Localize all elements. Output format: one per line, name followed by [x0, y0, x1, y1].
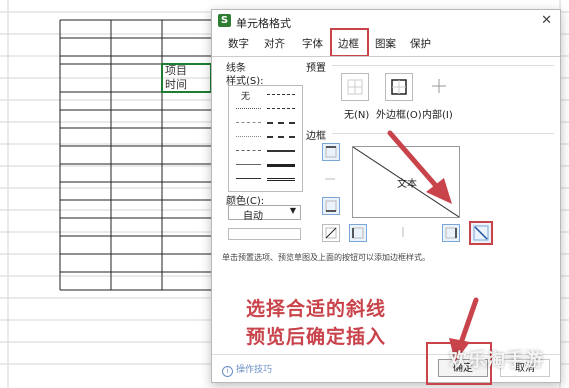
border-right-button[interactable] [442, 224, 460, 242]
style-thick[interactable] [267, 164, 295, 167]
style-none-option[interactable]: 无 [241, 89, 250, 102]
border-tab-highlight [330, 28, 369, 57]
border-middle-v-button[interactable] [395, 224, 413, 242]
tab-alignment[interactable]: 对齐 [264, 36, 285, 51]
border-section-title: 边框 [306, 131, 326, 142]
chevron-down-icon: ▼ [289, 206, 296, 215]
diagonal-down-button[interactable] [469, 221, 493, 245]
close-icon[interactable]: ✕ [541, 13, 552, 28]
tab-divider [212, 56, 560, 57]
preset-none-button[interactable] [341, 73, 369, 101]
preset-none-label: 无(N) [344, 110, 370, 121]
preset-none-icon [347, 79, 363, 95]
dialog-titlebar: S 单元格格式 ✕ [212, 10, 560, 34]
border-separator [332, 133, 554, 134]
border-middle-h-button[interactable] [322, 171, 340, 189]
diagonal-up-icon [325, 227, 337, 239]
style-double[interactable] [267, 178, 295, 181]
style-thin-1[interactable] [236, 164, 261, 165]
tab-pattern[interactable]: 图案 [375, 36, 396, 51]
preset-inside-label: 内部(I) [422, 110, 453, 121]
tab-protection[interactable]: 保护 [410, 36, 431, 51]
style-dashed-2[interactable] [236, 150, 261, 151]
color-value: 自动 [243, 211, 263, 222]
tips-link[interactable]: i 操作技巧 [222, 362, 272, 377]
app-icon: S [218, 14, 231, 27]
presets-title: 预置 [306, 63, 326, 74]
border-left-icon [352, 227, 364, 239]
dialog-title: 单元格格式 [236, 17, 291, 30]
presets-separator [332, 65, 554, 66]
style-medium-dash[interactable] [267, 122, 295, 124]
cell-line-2: 时间 [165, 78, 187, 91]
diagonal-up-button[interactable] [322, 224, 340, 242]
border-top-button[interactable] [322, 143, 340, 161]
preset-outline-button[interactable] [385, 73, 413, 101]
style-dotted-2[interactable] [236, 136, 261, 137]
border-bottom-icon [325, 200, 337, 212]
annotation-line-1: 选择合适的斜线 [246, 298, 387, 320]
preset-outline-label: 外边框(O) [376, 110, 422, 121]
tips-link-label: 操作技巧 [236, 365, 273, 375]
border-right-icon [445, 227, 457, 239]
border-middle-v-icon [402, 227, 404, 237]
style-dashdot[interactable] [267, 94, 295, 95]
preset-inside-icon [432, 79, 446, 93]
border-preview[interactable]: 文本 [352, 146, 460, 218]
info-icon: i [222, 366, 233, 377]
diagonal-down-icon [473, 225, 489, 241]
cell-line-1: 项目 [165, 64, 187, 77]
preset-inside-button[interactable] [426, 73, 454, 101]
tab-number[interactable]: 数字 [228, 36, 249, 51]
color-preview-swatch [228, 228, 301, 240]
style-dashed-1[interactable] [236, 122, 261, 123]
tab-font[interactable]: 字体 [302, 36, 323, 51]
border-top-icon [325, 146, 337, 158]
border-hint-text: 单击预置选项、预览草图及上面的按钮可以添加边框样式。 [222, 253, 430, 262]
style-dashdot-2[interactable] [267, 108, 295, 109]
line-style-list[interactable]: 无 [228, 85, 303, 192]
preset-outline-icon [391, 79, 407, 95]
style-thin-2[interactable] [236, 178, 261, 179]
color-dropdown[interactable]: 自动 ▼ [228, 205, 301, 222]
preview-text: 文本 [397, 179, 417, 190]
style-dotted-1[interactable] [236, 108, 261, 109]
watermark: 欢乐淘手游 [449, 350, 544, 371]
border-left-button[interactable] [349, 224, 367, 242]
style-medium-dashdot[interactable] [267, 136, 295, 138]
style-medium[interactable] [267, 150, 295, 152]
border-bottom-button[interactable] [322, 197, 340, 215]
border-middle-h-icon [325, 178, 335, 180]
annotation-line-2: 预览后确定插入 [246, 326, 387, 348]
